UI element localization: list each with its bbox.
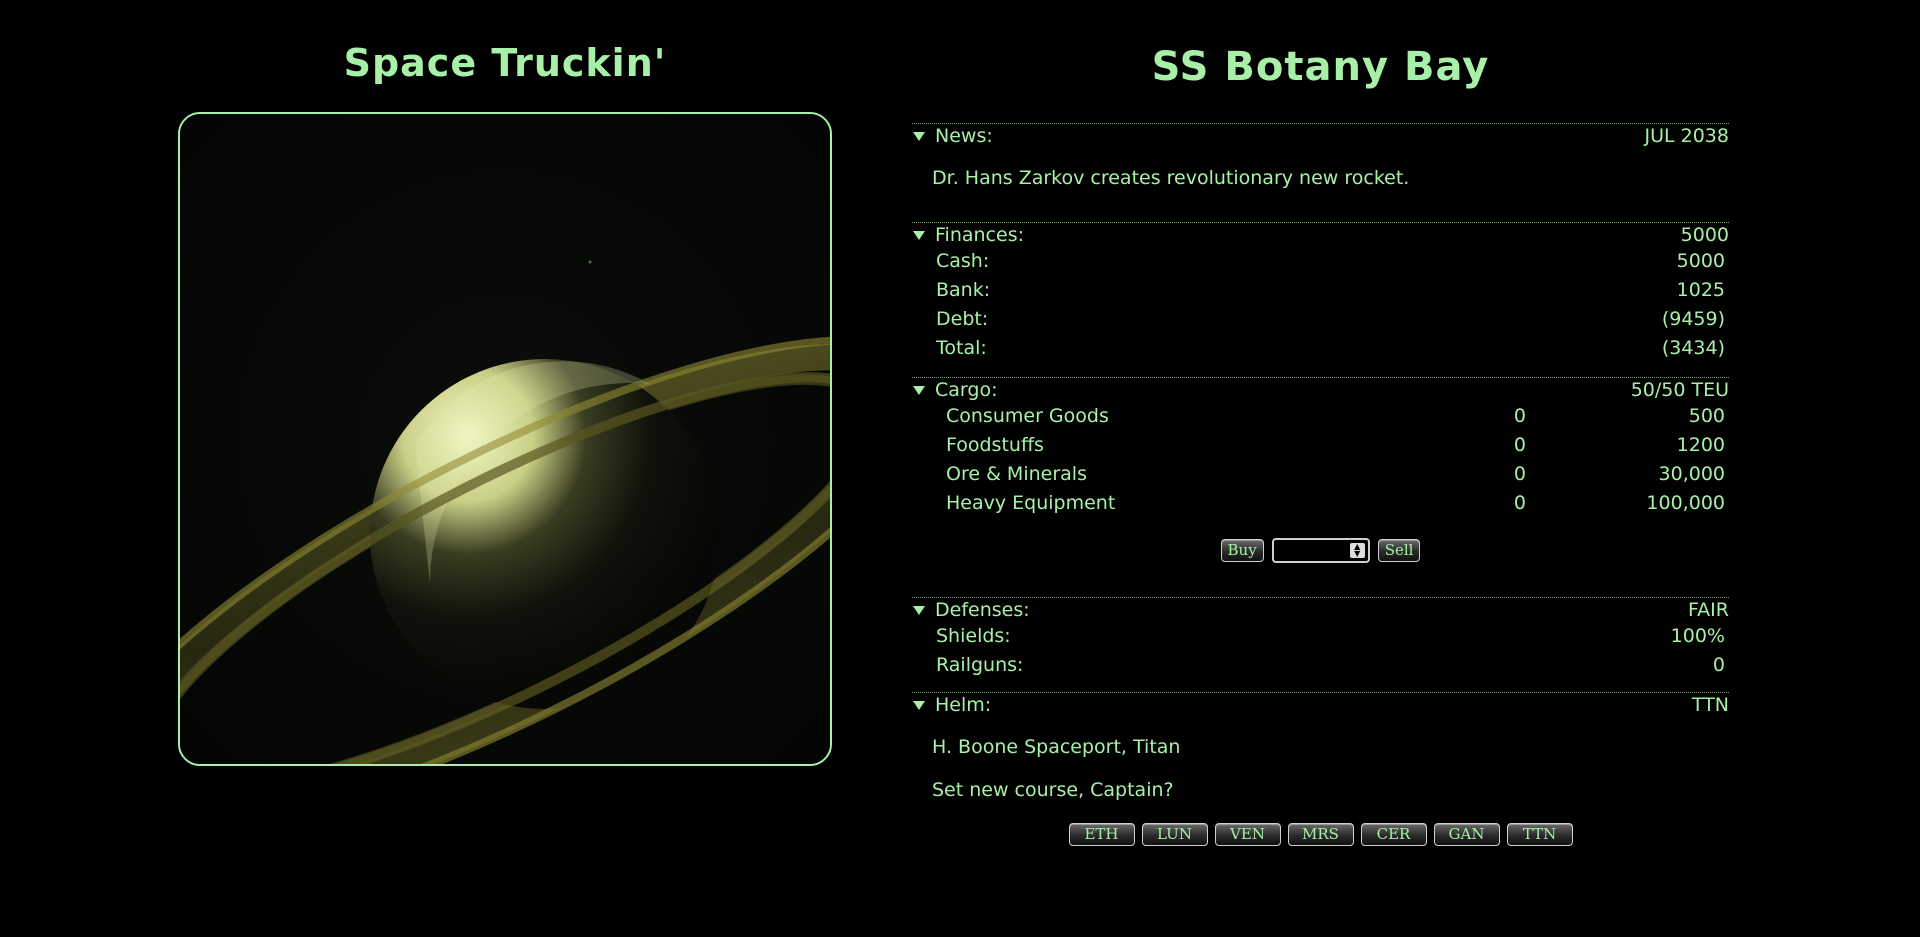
railguns-label: Railguns:	[936, 654, 1024, 676]
cargo-item-price: 100,000	[1646, 492, 1725, 514]
collapse-triangle-icon	[913, 605, 925, 615]
finances-summary: 5000	[1680, 224, 1729, 246]
destination-button-ven[interactable]: VEN	[1214, 823, 1281, 846]
bank-value: 1025	[1676, 279, 1725, 301]
destination-button-lun[interactable]: LUN	[1141, 823, 1208, 846]
ship-name: SS Botany Bay	[1151, 44, 1490, 90]
saturn-illustration	[180, 114, 830, 764]
destination-button-cer[interactable]: CER	[1360, 823, 1427, 846]
destination-button-mrs[interactable]: MRS	[1287, 823, 1354, 846]
news-headline: Dr. Hans Zarkov creates revolutionary ne…	[932, 167, 1410, 189]
cargo-item[interactable]: Consumer Goods 0 500	[912, 402, 1729, 431]
cargo-item-price: 30,000	[1658, 463, 1725, 485]
bank-label: Bank:	[936, 279, 991, 301]
news-label: News:	[935, 125, 993, 147]
helm-label: Helm:	[935, 694, 992, 716]
news-date: JUL 2038	[1644, 125, 1730, 147]
buy-button[interactable]: Buy	[1220, 539, 1264, 562]
defenses-label: Defenses:	[935, 599, 1030, 621]
helm-header[interactable]: Helm: TTN	[912, 693, 1729, 717]
planet-viewport	[178, 112, 832, 766]
spinner-arrows-icon[interactable]: ▲ ▼	[1349, 543, 1365, 558]
cargo-item[interactable]: Ore & Minerals 0 30,000	[912, 460, 1729, 489]
cargo-capacity: 50/50 TEU	[1630, 379, 1729, 401]
cargo-item-name: Consumer Goods	[946, 405, 1109, 427]
finances-label: Finances:	[935, 224, 1024, 246]
finances-header[interactable]: Finances: 5000	[912, 223, 1729, 247]
cargo-item-qty: 0	[1513, 492, 1526, 514]
finance-row-bank: Bank: 1025	[912, 276, 1729, 305]
debt-value: (9459)	[1661, 308, 1725, 330]
defense-row-railguns: Railguns: 0	[912, 651, 1729, 680]
defense-row-shields: Shields: 100%	[912, 622, 1729, 651]
app-title: Space Truckin'	[343, 41, 667, 85]
quantity-stepper[interactable]: ▲ ▼	[1271, 538, 1370, 563]
sell-button[interactable]: Sell	[1377, 539, 1421, 562]
cargo-item-qty: 0	[1513, 463, 1526, 485]
cash-value: 5000	[1676, 250, 1725, 272]
news-section: News: JUL 2038 Dr. Hans Zarkov creates r…	[912, 123, 1729, 189]
cargo-item-qty: 0	[1513, 434, 1526, 456]
collapse-triangle-icon	[913, 230, 925, 240]
helm-location: H. Boone Spaceport, Titan	[932, 736, 1181, 758]
news-header[interactable]: News: JUL 2038	[912, 124, 1729, 148]
total-value: (3434)	[1661, 337, 1725, 359]
destination-button-ttn[interactable]: TTN	[1506, 823, 1573, 846]
finance-row-cash: Cash: 5000	[912, 247, 1729, 276]
collapse-triangle-icon	[913, 700, 925, 710]
left-panel: Space Truckin'	[178, 0, 832, 766]
defenses-section: Defenses: FAIR Shields: 100% Railguns: 0	[912, 597, 1729, 680]
helm-prompt: Set new course, Captain?	[932, 779, 1174, 801]
defenses-header[interactable]: Defenses: FAIR	[912, 598, 1729, 622]
cargo-item-price: 1200	[1676, 434, 1725, 456]
cash-label: Cash:	[936, 250, 990, 272]
cargo-item[interactable]: Foodstuffs 0 1200	[912, 431, 1729, 460]
collapse-triangle-icon	[913, 385, 925, 395]
total-label: Total:	[936, 337, 987, 359]
defenses-rating: FAIR	[1688, 599, 1729, 621]
finance-row-debt: Debt: (9459)	[912, 305, 1729, 334]
helm-section: Helm: TTN H. Boone Spaceport, Titan Set …	[912, 692, 1729, 846]
shields-value: 100%	[1670, 625, 1725, 647]
finances-section: Finances: 5000 Cash: 5000 Bank: 1025 Debt:…	[912, 222, 1729, 363]
cargo-header[interactable]: Cargo: 50/50 TEU	[912, 378, 1729, 402]
destination-button-gan[interactable]: GAN	[1433, 823, 1500, 846]
helm-location-code: TTN	[1691, 694, 1729, 716]
trade-controls: Buy ▲ ▼ Sell	[912, 538, 1729, 563]
cargo-item-price: 500	[1688, 405, 1725, 427]
shields-label: Shields:	[936, 625, 1011, 647]
debt-label: Debt:	[936, 308, 989, 330]
collapse-triangle-icon	[913, 131, 925, 141]
cargo-item[interactable]: Heavy Equipment 0 100,000	[912, 489, 1729, 518]
destination-button-eth[interactable]: ETH	[1068, 823, 1135, 846]
cargo-item-qty: 0	[1513, 405, 1526, 427]
railguns-value: 0	[1712, 654, 1725, 676]
cargo-section: Cargo: 50/50 TEU Consumer Goods 0 500 Food…	[912, 377, 1729, 563]
cargo-item-name: Foodstuffs	[946, 434, 1044, 456]
finance-row-total: Total: (3434)	[912, 334, 1729, 363]
cargo-label: Cargo:	[935, 379, 998, 401]
right-panel: SS Botany Bay News: JUL 2038 Dr. Hans Za…	[912, 0, 1729, 846]
destination-buttons: ETH LUN VEN MRS CER GAN TTN	[912, 823, 1729, 846]
cargo-item-name: Ore & Minerals	[946, 463, 1087, 485]
cargo-item-name: Heavy Equipment	[946, 492, 1116, 514]
